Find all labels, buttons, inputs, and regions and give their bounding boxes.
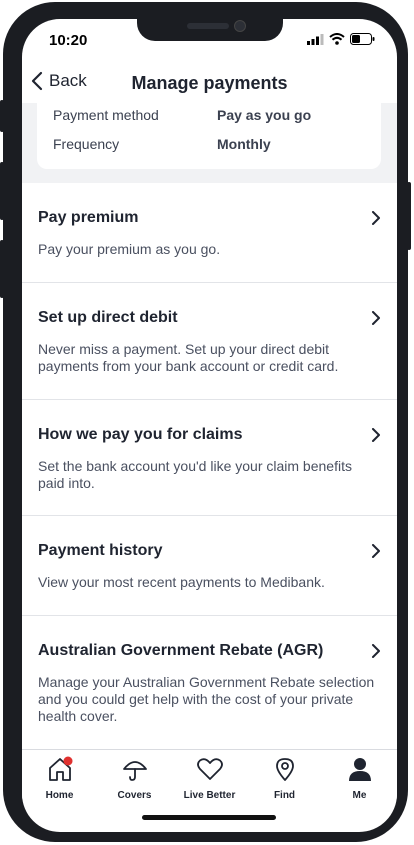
chevron-right-icon — [372, 311, 380, 325]
page-title: Manage payments — [131, 73, 288, 93]
list-item-agr[interactable]: Australian Government Rebate (AGR) Manag… — [22, 616, 397, 749]
item-description: Manage your Australian Government Rebate… — [38, 674, 375, 724]
chevron-right-icon — [372, 428, 380, 442]
tab-label: Live Better — [183, 790, 236, 801]
list-item-pay-premium[interactable]: Pay premium Pay your premium as you go. — [22, 183, 397, 283]
chevron-right-icon — [372, 211, 380, 225]
tab-label: Home — [45, 790, 74, 801]
tab-me[interactable]: Me — [322, 756, 397, 801]
speaker — [187, 23, 229, 29]
umbrella-icon — [122, 761, 147, 781]
phone-frame: 10:20 Back Manage payments Payment metho… — [0, 2, 411, 842]
home-indicator — [142, 815, 276, 820]
chevron-right-icon — [372, 544, 380, 558]
camera — [234, 20, 246, 32]
tab-home[interactable]: Home — [22, 756, 97, 801]
heart-icon — [196, 758, 223, 780]
notch — [137, 19, 283, 41]
person-icon — [348, 758, 371, 781]
item-description: Never miss a payment. Set up your direct… — [38, 341, 339, 374]
list-item-direct-debit[interactable]: Set up direct debit Never miss a payment… — [22, 283, 397, 400]
screen: 10:20 Back Manage payments Payment metho… — [22, 19, 397, 832]
status-icons — [307, 33, 375, 45]
nav-header: Back Manage payments — [22, 69, 397, 101]
frequency-label: Frequency — [53, 136, 120, 152]
item-description: Set the bank account you'd like your cla… — [38, 458, 352, 491]
tab-label: Find — [273, 790, 296, 801]
payment-options-list: Pay premium Pay your premium as you go. … — [22, 183, 397, 749]
tab-covers[interactable]: Covers — [97, 756, 172, 801]
item-description: View your most recent payments to Mediba… — [38, 574, 325, 590]
item-title: Payment history — [38, 542, 163, 559]
tab-live-better[interactable]: Live Better — [172, 756, 247, 801]
tab-label: Me — [352, 790, 367, 801]
frequency-value: Monthly — [217, 136, 271, 152]
item-title: Australian Government Rebate (AGR) — [38, 642, 324, 659]
volume-up-button — [0, 162, 4, 220]
power-button — [407, 182, 411, 250]
battery-icon — [350, 33, 375, 45]
payment-method-label: Payment method — [53, 107, 159, 123]
payment-summary-section: Payment method Pay as you go Frequency M… — [22, 103, 397, 183]
item-title: Set up direct debit — [38, 309, 178, 326]
location-pin-icon — [275, 758, 294, 781]
list-item-claims-payment[interactable]: How we pay you for claims Set the bank a… — [22, 400, 397, 516]
bottom-tab-bar: Home Covers Live Better Find Me — [22, 749, 397, 801]
payment-summary-card: Payment method Pay as you go Frequency M… — [37, 103, 381, 169]
tab-label: Covers — [117, 790, 152, 801]
list-item-payment-history[interactable]: Payment history View your most recent pa… — [22, 516, 397, 616]
signal-icon — [307, 33, 324, 45]
item-title: Pay premium — [38, 209, 139, 226]
chevron-right-icon — [372, 644, 380, 658]
home-icon — [48, 756, 72, 781]
silent-switch — [0, 100, 4, 132]
payment-method-value: Pay as you go — [217, 107, 312, 123]
status-time: 10:20 — [49, 32, 88, 49]
wifi-icon — [329, 33, 345, 45]
item-title: How we pay you for claims — [38, 426, 243, 443]
tab-find[interactable]: Find — [247, 756, 322, 801]
item-description: Pay your premium as you go. — [38, 241, 221, 257]
volume-down-button — [0, 240, 4, 298]
